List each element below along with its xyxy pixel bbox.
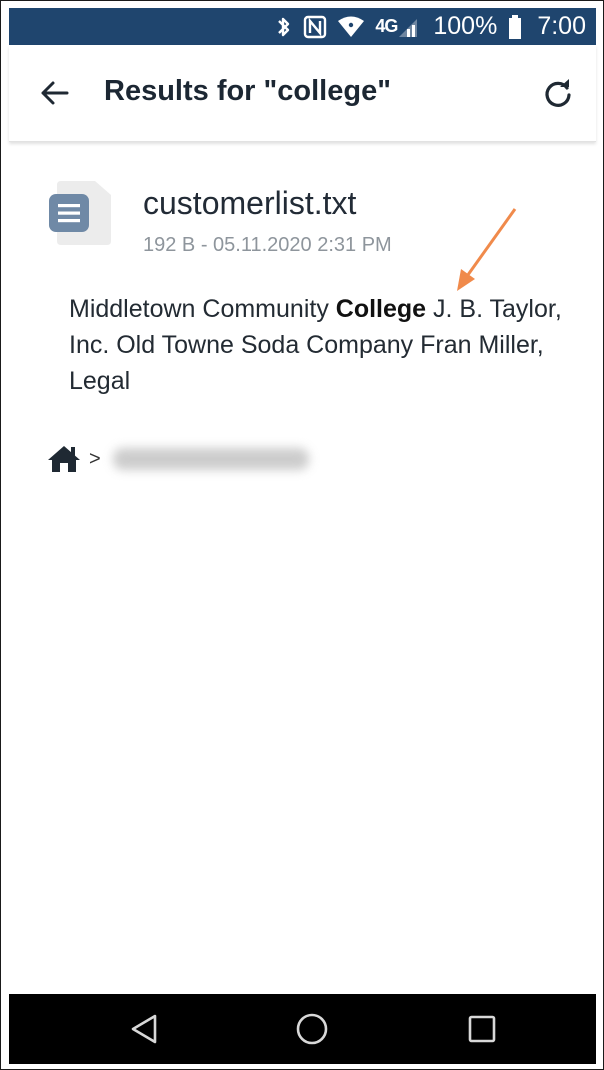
arrow-left-icon xyxy=(41,81,69,105)
breadcrumb: > xyxy=(47,441,309,477)
recents-square-icon xyxy=(468,1015,496,1043)
breadcrumb-separator: > xyxy=(89,447,101,470)
nfc-icon xyxy=(303,15,327,39)
system-nav-bar xyxy=(9,994,596,1064)
network-type: 4G xyxy=(375,16,398,36)
battery-percent: 100% xyxy=(433,12,498,40)
annotation-arrow-icon xyxy=(457,208,517,291)
breadcrumb-folder-redacted[interactable] xyxy=(112,448,309,470)
file-name[interactable]: customerlist.txt xyxy=(143,185,356,222)
home-icon[interactable] xyxy=(47,444,81,474)
app-bar: Results for "college" xyxy=(9,45,596,142)
wifi-icon xyxy=(337,15,365,39)
status-bar: 4G 100% 7:00 xyxy=(9,8,596,45)
back-button[interactable] xyxy=(37,75,73,111)
snippet-highlight: College xyxy=(335,295,427,323)
file-meta: 192 B - 05.11.2020 2:31 PM xyxy=(143,234,392,256)
page-title: Results for "college" xyxy=(104,75,391,107)
nav-back-button[interactable] xyxy=(127,1011,163,1047)
nav-recents-button[interactable] xyxy=(464,1011,500,1047)
lte-signal-icon: 4G xyxy=(375,15,419,39)
snippet-before: Middletown Community xyxy=(69,295,336,323)
refresh-icon xyxy=(545,79,571,107)
result-snippet: Middletown Community College J. B. Taylo… xyxy=(69,291,569,399)
clock: 7:00 xyxy=(537,12,586,40)
bluetooth-icon xyxy=(275,15,293,39)
nav-home-button[interactable] xyxy=(294,1011,330,1047)
back-triangle-icon xyxy=(131,1014,157,1044)
battery-icon xyxy=(507,14,523,40)
text-file-icon xyxy=(49,181,111,245)
refresh-button[interactable] xyxy=(542,77,574,109)
home-circle-icon xyxy=(296,1013,328,1045)
screen: 4G 100% 7:00 Results for "college" custo… xyxy=(0,0,604,1070)
